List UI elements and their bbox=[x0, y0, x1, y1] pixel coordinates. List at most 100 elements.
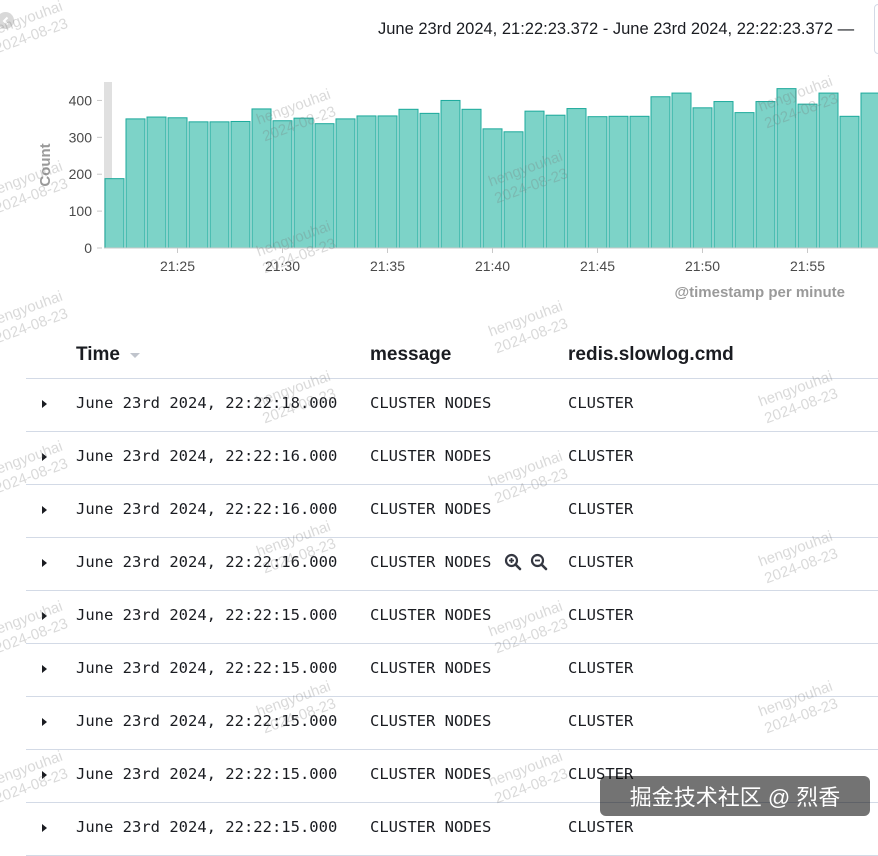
chart-bar[interactable] bbox=[566, 108, 587, 249]
caret-right-icon[interactable] bbox=[40, 716, 50, 728]
cell-cmd: CLUSTER bbox=[568, 447, 634, 465]
watermark: hengyouhai 2024-08-23 bbox=[0, 0, 71, 58]
column-header-cmd[interactable]: redis.slowlog.cmd bbox=[568, 344, 734, 366]
chart-bar[interactable] bbox=[545, 114, 566, 249]
caret-right-icon[interactable] bbox=[40, 663, 50, 675]
time-range-label[interactable]: June 23rd 2024, 21:22:23.372 - June 23rd… bbox=[378, 20, 854, 39]
x-axis: 21:25 21:30 21:35 21:40 21:45 21:50 21:55 bbox=[160, 248, 825, 274]
chart-bar[interactable] bbox=[440, 99, 461, 249]
table-row[interactable]: June 23rd 2024, 22:22:18.000 CLUSTER NOD… bbox=[26, 379, 878, 432]
cell-cmd: CLUSTER bbox=[568, 500, 634, 518]
caret-right-icon[interactable] bbox=[40, 610, 50, 622]
chart-bar[interactable] bbox=[713, 101, 734, 249]
cell-message: CLUSTER NODES bbox=[370, 447, 492, 465]
cell-time: June 23rd 2024, 22:22:16.000 bbox=[76, 447, 338, 465]
chart-bar[interactable] bbox=[818, 92, 839, 249]
cell-message: CLUSTER NODES bbox=[370, 818, 492, 836]
chart-bar[interactable] bbox=[650, 96, 671, 249]
cell-time: June 23rd 2024, 22:22:15.000 bbox=[76, 606, 338, 624]
chart-bar[interactable] bbox=[314, 123, 335, 249]
column-header-message[interactable]: message bbox=[370, 344, 451, 366]
chart-bar[interactable] bbox=[524, 110, 545, 249]
cell-message: CLUSTER NODES bbox=[370, 712, 492, 730]
column-header-time[interactable]: Time bbox=[76, 344, 141, 366]
cell-cmd: CLUSTER bbox=[568, 394, 634, 412]
chart-bar[interactable] bbox=[398, 108, 419, 249]
chart-bar[interactable] bbox=[251, 108, 272, 249]
cell-cmd: CLUSTER bbox=[568, 606, 634, 624]
chart-bar[interactable] bbox=[629, 115, 650, 249]
x-tick-label: 21:45 bbox=[580, 258, 615, 274]
circle-chevron-left-icon bbox=[2, 16, 8, 25]
sort-down-icon[interactable] bbox=[129, 351, 141, 359]
back-button[interactable] bbox=[0, 12, 14, 29]
caret-right-icon[interactable] bbox=[40, 451, 50, 463]
cell-message: CLUSTER NODES bbox=[370, 500, 492, 518]
y-axis: 0 100 200 300 400 bbox=[69, 92, 102, 256]
cell-time: June 23rd 2024, 22:22:18.000 bbox=[76, 394, 338, 412]
table-row[interactable]: June 23rd 2024, 22:22:15.000 CLUSTER NOD… bbox=[26, 591, 878, 644]
cell-time: June 23rd 2024, 22:22:16.000 bbox=[76, 500, 338, 518]
chart-bar[interactable] bbox=[482, 128, 503, 249]
cell-time: June 23rd 2024, 22:22:15.000 bbox=[76, 659, 338, 677]
chart-bar[interactable] bbox=[503, 131, 524, 249]
chart-bar[interactable] bbox=[755, 101, 776, 249]
caret-right-icon[interactable] bbox=[40, 398, 50, 410]
chart-bar[interactable] bbox=[167, 117, 188, 249]
chart-bar[interactable] bbox=[125, 118, 146, 249]
chart-bar[interactable] bbox=[272, 120, 293, 249]
chart-bar[interactable] bbox=[692, 107, 713, 249]
column-header-label: Time bbox=[76, 344, 121, 365]
chart-bar[interactable] bbox=[188, 121, 209, 249]
cell-time: June 23rd 2024, 22:22:16.000 bbox=[76, 553, 338, 571]
chart-bar[interactable] bbox=[335, 118, 356, 249]
chart-bar[interactable] bbox=[776, 88, 797, 249]
y-axis-label: Count bbox=[37, 143, 54, 186]
chart-bar[interactable] bbox=[587, 116, 608, 249]
chart-bar[interactable] bbox=[734, 112, 755, 249]
table-row[interactable]: June 23rd 2024, 22:22:16.000 CLUSTER NOD… bbox=[26, 485, 878, 538]
table-row[interactable]: June 23rd 2024, 22:22:16.000 CLUSTER NOD… bbox=[26, 538, 878, 591]
x-tick-label: 21:55 bbox=[790, 258, 825, 274]
cell-cmd: CLUSTER bbox=[568, 659, 634, 677]
chart-bar[interactable] bbox=[797, 103, 818, 249]
chart-bar[interactable] bbox=[209, 121, 230, 249]
chart-bar[interactable] bbox=[377, 115, 398, 249]
chart-bar[interactable] bbox=[230, 120, 251, 249]
chart-bar[interactable] bbox=[608, 115, 629, 249]
y-tick-label: 100 bbox=[69, 203, 93, 219]
chart-bar[interactable] bbox=[461, 108, 482, 249]
chart-bar[interactable] bbox=[356, 115, 377, 249]
x-tick-label: 21:40 bbox=[475, 258, 510, 274]
table-row[interactable]: June 23rd 2024, 22:22:15.000 CLUSTER NOD… bbox=[26, 697, 878, 750]
chart-bar[interactable] bbox=[146, 116, 167, 249]
cell-time: June 23rd 2024, 22:22:15.000 bbox=[76, 818, 338, 836]
caret-right-icon[interactable] bbox=[40, 769, 50, 781]
cell-cmd: CLUSTER bbox=[568, 553, 634, 571]
chart-bar[interactable] bbox=[671, 92, 692, 249]
chart-bar[interactable] bbox=[839, 115, 860, 249]
filter-buttons bbox=[504, 553, 548, 571]
chart-bar[interactable] bbox=[293, 117, 314, 249]
chart-bar[interactable] bbox=[104, 178, 125, 249]
timepicker-edge[interactable] bbox=[874, 4, 878, 54]
caret-right-icon[interactable] bbox=[40, 557, 50, 569]
x-tick-label: 21:25 bbox=[160, 258, 195, 274]
cell-message: CLUSTER NODES bbox=[370, 553, 492, 571]
table-row[interactable]: June 23rd 2024, 22:22:16.000 CLUSTER NOD… bbox=[26, 432, 878, 485]
table-row[interactable]: June 23rd 2024, 22:22:15.000 CLUSTER NOD… bbox=[26, 644, 878, 697]
x-tick-label: 21:30 bbox=[265, 258, 300, 274]
chart-bar[interactable] bbox=[419, 112, 440, 249]
cell-message: CLUSTER NODES bbox=[370, 659, 492, 677]
table-header: Time message redis.slowlog.cmd bbox=[26, 330, 878, 379]
site-badge: 掘金技术社区 @ 烈香 bbox=[600, 776, 870, 816]
y-tick-label: 0 bbox=[84, 240, 92, 256]
magnify-plus-icon[interactable] bbox=[504, 553, 522, 571]
cell-cmd: CLUSTER bbox=[568, 818, 634, 836]
magnify-minus-icon[interactable] bbox=[530, 553, 548, 571]
caret-right-icon[interactable] bbox=[40, 822, 50, 834]
caret-right-icon[interactable] bbox=[40, 504, 50, 516]
chart-bar[interactable] bbox=[860, 92, 878, 249]
cell-message: CLUSTER NODES bbox=[370, 765, 492, 783]
y-tick-label: 300 bbox=[69, 129, 93, 145]
